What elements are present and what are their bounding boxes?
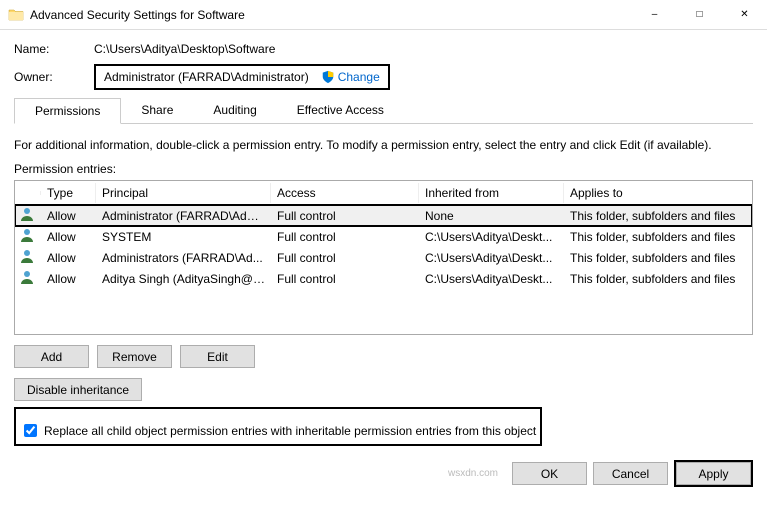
edit-button[interactable]: Edit <box>180 345 255 368</box>
dialog-footer: wsxdn.com OK Cancel Apply <box>0 454 767 491</box>
replace-child-checkbox-row[interactable]: Replace all child object permission entr… <box>16 417 540 444</box>
cell-type: Allow <box>41 248 96 268</box>
apply-button[interactable]: Apply <box>676 462 751 485</box>
table-row[interactable]: AllowSYSTEMFull controlC:\Users\Aditya\D… <box>15 226 752 247</box>
dialog-body: Name: C:\Users\Aditya\Desktop\Software O… <box>0 30 767 454</box>
owner-value: Administrator (FARRAD\Administrator) <box>104 70 309 84</box>
minimize-button[interactable]: – <box>632 0 677 29</box>
cell-access: Full control <box>271 269 419 289</box>
folder-icon <box>0 7 30 23</box>
user-icon <box>15 267 41 290</box>
col-applies[interactable]: Applies to <box>564 183 752 203</box>
cell-principal: Aditya Singh (AdityaSingh@o... <box>96 269 271 289</box>
user-icon <box>15 246 41 269</box>
cell-applies: This folder, subfolders and files <box>564 269 752 289</box>
info-text: For additional information, double-click… <box>14 138 753 152</box>
cancel-button[interactable]: Cancel <box>593 462 668 485</box>
grid-header: Type Principal Access Inherited from App… <box>15 181 752 205</box>
replace-child-label: Replace all child object permission entr… <box>44 424 536 438</box>
tab-share[interactable]: Share <box>121 98 193 123</box>
cell-applies: This folder, subfolders and files <box>564 248 752 268</box>
replace-child-checkbox[interactable] <box>24 424 37 437</box>
cell-inherited: C:\Users\Aditya\Deskt... <box>419 248 564 268</box>
cell-applies: This folder, subfolders and files <box>564 227 752 247</box>
owner-box: Administrator (FARRAD\Administrator) Cha… <box>94 64 390 90</box>
table-row[interactable]: AllowAdministrator (FARRAD\Admi...Full c… <box>15 205 752 226</box>
col-access[interactable]: Access <box>271 183 419 203</box>
cell-type: Allow <box>41 206 96 226</box>
remove-button[interactable]: Remove <box>97 345 172 368</box>
cell-type: Allow <box>41 227 96 247</box>
col-type[interactable]: Type <box>41 183 96 203</box>
col-principal[interactable]: Principal <box>96 183 271 203</box>
cell-type: Allow <box>41 269 96 289</box>
user-icon <box>15 204 41 227</box>
tabstrip: Permissions Share Auditing Effective Acc… <box>14 98 753 124</box>
name-label: Name: <box>14 42 94 56</box>
cell-applies: This folder, subfolders and files <box>564 206 752 226</box>
permissions-grid[interactable]: Type Principal Access Inherited from App… <box>14 180 753 335</box>
cell-inherited: C:\Users\Aditya\Deskt... <box>419 269 564 289</box>
tab-effective-access[interactable]: Effective Access <box>277 98 404 123</box>
titlebar: Advanced Security Settings for Software … <box>0 0 767 30</box>
cell-inherited: None <box>419 206 564 226</box>
entries-label: Permission entries: <box>14 162 753 176</box>
close-button[interactable]: ✕ <box>722 0 767 29</box>
uac-shield-icon <box>321 70 335 84</box>
change-link-text: Change <box>338 70 380 84</box>
owner-label: Owner: <box>14 70 94 84</box>
cell-inherited: C:\Users\Aditya\Deskt... <box>419 227 564 247</box>
add-button[interactable]: Add <box>14 345 89 368</box>
user-icon <box>15 225 41 248</box>
window-title: Advanced Security Settings for Software <box>30 8 632 22</box>
table-row[interactable]: AllowAdministrators (FARRAD\Ad...Full co… <box>15 247 752 268</box>
cell-principal: Administrator (FARRAD\Admi... <box>96 206 271 226</box>
cell-principal: SYSTEM <box>96 227 271 247</box>
tab-auditing[interactable]: Auditing <box>193 98 276 123</box>
cell-principal: Administrators (FARRAD\Ad... <box>96 248 271 268</box>
col-inherited[interactable]: Inherited from <box>419 183 564 203</box>
cell-access: Full control <box>271 248 419 268</box>
tab-permissions[interactable]: Permissions <box>14 98 121 124</box>
watermark: wsxdn.com <box>448 468 498 479</box>
cell-access: Full control <box>271 206 419 226</box>
disable-inheritance-button[interactable]: Disable inheritance <box>14 378 142 401</box>
cell-access: Full control <box>271 227 419 247</box>
change-owner-link[interactable]: Change <box>321 70 380 84</box>
maximize-button[interactable]: □ <box>677 0 722 29</box>
name-value: C:\Users\Aditya\Desktop\Software <box>94 42 275 56</box>
ok-button[interactable]: OK <box>512 462 587 485</box>
table-row[interactable]: AllowAditya Singh (AdityaSingh@o...Full … <box>15 268 752 289</box>
